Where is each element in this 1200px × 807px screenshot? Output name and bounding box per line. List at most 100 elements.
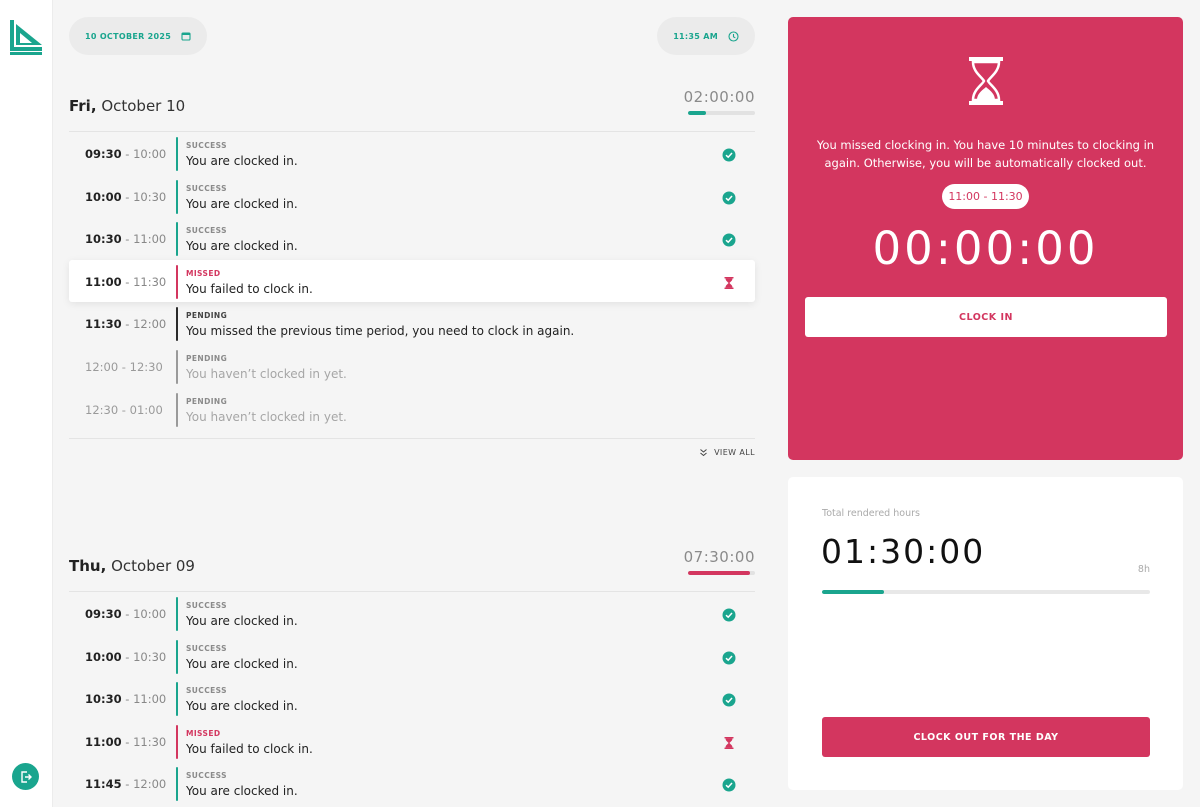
status-label: SUCCESS <box>186 771 227 781</box>
status-bar <box>176 597 178 631</box>
status-bar <box>176 307 178 342</box>
status-message: You are clocked in. <box>186 196 298 211</box>
status-bar <box>176 724 178 759</box>
double-chevron-down-icon <box>700 449 707 457</box>
time-range: 12:00 - 12:30 <box>85 359 163 374</box>
time-range: 09:30 - 10:00 <box>85 607 167 621</box>
date-picker[interactable]: 10 OCTOBER 2025 <box>69 17 208 55</box>
status-label: SUCCESS <box>186 141 227 150</box>
status-bar <box>176 767 178 802</box>
day-progress-bar <box>688 571 755 575</box>
hourglass-icon <box>969 57 1003 105</box>
status-label: MISSED <box>186 268 221 278</box>
status-label: SUCCESS <box>186 686 227 696</box>
time-entry-row[interactable]: 11:00 - 11:30 MISSED You failed to clock i… <box>69 720 755 763</box>
clock-in-button[interactable]: CLOCK IN <box>805 297 1167 337</box>
time-entry-row[interactable]: 11:00 - 11:30 MISSED You failed to clock i… <box>69 259 755 303</box>
status-message: You haven’t clocked in yet. <box>186 366 347 381</box>
time-entry-row[interactable]: 10:30 - 11:00 SUCCESS You are clocked in. <box>69 677 755 720</box>
status-bar <box>176 264 178 299</box>
status-message: You haven’t clocked in yet. <box>186 409 347 424</box>
status-message: You are clocked in. <box>186 614 298 628</box>
rendered-hours-progress <box>822 590 1150 594</box>
time-display[interactable]: 11:35 AM <box>657 17 755 55</box>
status-label: SUCCESS <box>186 601 227 610</box>
status-label: PENDING <box>186 311 228 321</box>
check-circle-icon <box>722 777 736 792</box>
day-progress-bar <box>688 111 755 115</box>
time-entry-row[interactable]: 12:30 - 01:00 PENDING You haven’t clocked … <box>69 388 755 431</box>
time-range: 10:00 - 10:30 <box>85 649 167 664</box>
status-bar <box>176 179 178 214</box>
status-bar <box>176 349 178 384</box>
time-range: 09:30 - 10:00 <box>85 147 167 161</box>
countdown-timer: 00:00:00 <box>872 222 1099 275</box>
status-message: You are clocked in. <box>186 784 298 799</box>
time-entry-row[interactable]: 10:00 - 10:30 SUCCESS You are clocked in. <box>69 175 755 218</box>
brand-logo-icon[interactable] <box>8 18 45 55</box>
logout-icon <box>20 770 32 783</box>
time-range: 10:30 - 11:00 <box>85 232 167 247</box>
status-message: You are clocked in. <box>186 656 298 671</box>
missed-clock-in-alert: You missed clocking in. You have 10 minu… <box>788 17 1183 460</box>
check-circle-icon <box>722 650 736 665</box>
current-date: 10 OCTOBER 2025 <box>85 31 172 41</box>
status-label: PENDING <box>186 396 228 406</box>
time-range: 11:30 - 12:00 <box>85 317 167 332</box>
view-all-link[interactable]: VIEW ALL <box>699 448 755 457</box>
time-range: 10:30 - 11:00 <box>85 692 167 707</box>
time-range: 12:30 - 01:00 <box>85 402 163 417</box>
rendered-hours-label: Total rendered hours <box>822 508 920 519</box>
timesheet-panel: 10 OCTOBER 2025 11:35 AM Fri, October 10… <box>53 0 771 807</box>
time-range: 11:45 - 12:00 <box>85 777 167 792</box>
hourglass-icon <box>722 275 736 289</box>
rendered-hours-value: 01:30:00 <box>821 532 986 571</box>
check-circle-icon <box>722 190 736 205</box>
status-message: You failed to clock in. <box>186 281 313 296</box>
status-label: SUCCESS <box>186 183 227 193</box>
status-label: SUCCESS <box>186 226 227 236</box>
status-bar <box>176 222 178 257</box>
target-hours: 8h <box>1137 564 1150 575</box>
time-entry-row[interactable]: 10:00 - 10:30 SUCCESS You are clocked in. <box>69 635 755 678</box>
status-bar <box>176 682 178 717</box>
status-message: You failed to clock in. <box>186 741 313 756</box>
status-bar <box>176 137 178 171</box>
day-header: Fri, October 10 02:00:00 <box>69 88 755 122</box>
sidebar <box>0 0 53 807</box>
status-label: PENDING <box>186 353 228 363</box>
rendered-hours-card: Total rendered hours 01:30:00 8h CLOCK O… <box>788 477 1183 790</box>
day-total-hours: 02:00:00 <box>683 88 755 106</box>
time-range: 11:00 - 11:30 <box>85 274 167 289</box>
day-header: Thu, October 09 07:30:00 <box>69 548 755 582</box>
clock-icon <box>728 30 739 42</box>
logout-button[interactable] <box>12 763 39 790</box>
day-title: Fri, October 10 <box>69 97 186 115</box>
time-entry-list: 09:30 - 10:00 SUCCESS You are clocked in. 1… <box>69 592 755 805</box>
current-time: 11:35 AM <box>673 31 718 41</box>
status-message: You are clocked in. <box>186 699 298 714</box>
time-range: 11:00 - 11:30 <box>85 734 167 749</box>
status-bar <box>176 392 178 427</box>
time-entry-row[interactable]: 12:00 - 12:30 PENDING You haven’t clocked … <box>69 345 755 388</box>
time-entry-row[interactable]: 11:45 - 12:00 SUCCESS You are clocked in. <box>69 762 755 805</box>
time-entry-list: 09:30 - 10:00 SUCCESS You are clocked in. 1… <box>69 132 755 430</box>
time-entry-row[interactable]: 10:30 - 11:00 SUCCESS You are clocked in. <box>69 217 755 260</box>
check-circle-icon <box>722 147 736 162</box>
clock-out-button[interactable]: CLOCK OUT FOR THE DAY <box>822 717 1150 757</box>
status-message: You are clocked in. <box>186 154 298 168</box>
status-bar <box>176 639 178 674</box>
status-message: You missed the previous time period, you… <box>186 324 575 339</box>
divider <box>69 438 755 439</box>
time-entry-row[interactable]: 09:30 - 10:00 SUCCESS You are clocked in. <box>69 132 755 175</box>
hourglass-icon <box>722 735 736 749</box>
status-label: SUCCESS <box>186 643 227 653</box>
alert-message: You missed clocking in. You have 10 minu… <box>816 138 1155 170</box>
missed-period-badge: 11:00 - 11:30 <box>942 184 1029 209</box>
status-message: You are clocked in. <box>186 239 298 254</box>
time-entry-row[interactable]: 09:30 - 10:00 SUCCESS You are clocked in. <box>69 592 755 635</box>
time-entry-row[interactable]: 11:30 - 12:00 PENDING You missed the previ… <box>69 302 755 345</box>
check-circle-icon <box>722 692 736 707</box>
check-circle-icon <box>722 232 736 247</box>
calendar-icon <box>181 32 191 41</box>
